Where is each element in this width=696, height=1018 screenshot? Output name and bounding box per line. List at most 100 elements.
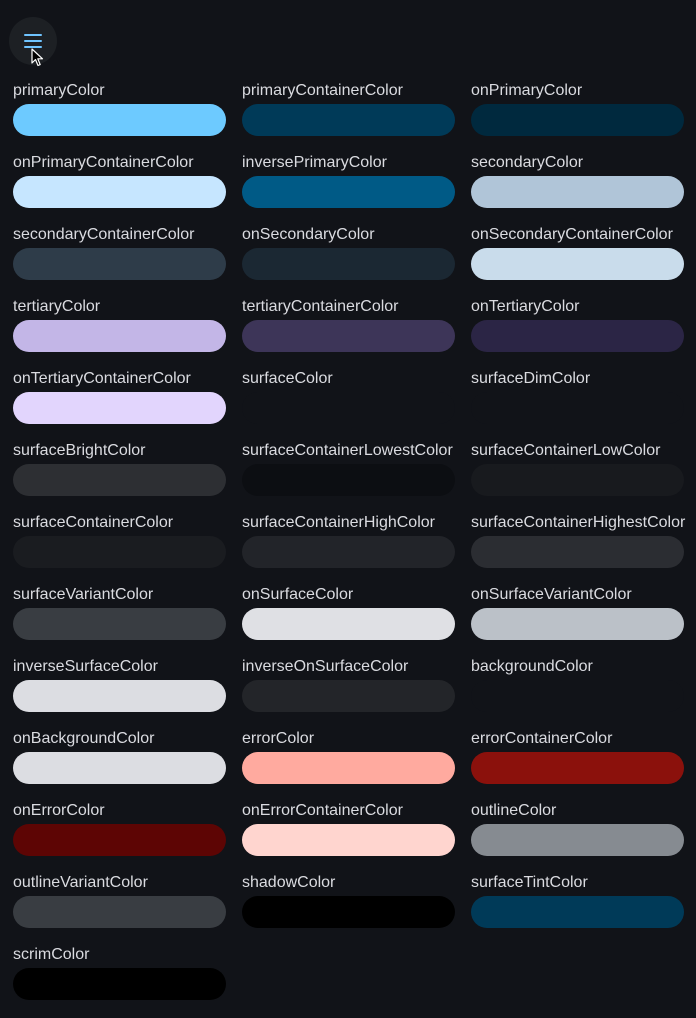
swatch-cell: onTertiaryContainerColor [13,370,226,442]
swatch-cell: surfaceContainerHighestColor [471,514,686,586]
swatch-cell: secondaryContainerColor [13,226,226,298]
color-swatch [242,320,455,352]
swatch-cell: inversePrimaryColor [242,154,455,226]
color-swatch [471,752,684,784]
color-swatch [13,392,226,424]
swatch-cell: outlineColor [471,802,684,874]
swatch-label: shadowColor [242,874,336,891]
swatch-cell: onSecondaryColor [242,226,455,298]
color-swatch [13,896,226,928]
swatch-label: inverseSurfaceColor [13,658,158,675]
color-swatch [13,824,226,856]
swatch-label: surfaceContainerHighestColor [471,514,686,531]
swatch-cell: errorColor [242,730,455,802]
swatch-label: inverseOnSurfaceColor [242,658,409,675]
color-swatch [471,320,684,352]
color-swatch-grid: primaryColor primaryContainerColor onPrima… [13,82,686,1018]
swatch-cell: onErrorColor [13,802,226,874]
swatch-cell: surfaceContainerLowColor [471,442,684,514]
swatch-cell: surfaceContainerColor [13,514,226,586]
swatch-cell: onPrimaryColor [471,82,684,154]
swatch-cell: secondaryColor [471,154,684,226]
color-swatch [242,104,455,136]
swatch-cell: surfaceDimColor [471,370,684,442]
color-swatch [13,968,226,1000]
swatch-label: surfaceContainerHighColor [242,514,435,531]
swatch-label: errorColor [242,730,315,747]
swatch-label: onErrorContainerColor [242,802,403,819]
swatch-label: onSurfaceVariantColor [471,586,632,603]
swatch-label: onPrimaryColor [471,82,583,99]
color-swatch [13,536,226,568]
swatch-label: secondaryContainerColor [13,226,195,243]
color-swatch [13,680,226,712]
color-swatch [471,248,684,280]
color-swatch [242,536,455,568]
swatch-cell: primaryContainerColor [242,82,455,154]
color-swatch [471,680,684,712]
swatch-label: primaryContainerColor [242,82,403,99]
color-swatch [471,464,684,496]
swatch-label: onSecondaryContainerColor [471,226,673,243]
swatch-cell: errorContainerColor [471,730,684,802]
swatch-cell: tertiaryContainerColor [242,298,455,370]
swatch-cell: onSurfaceVariantColor [471,586,684,658]
swatch-cell: tertiaryColor [13,298,226,370]
swatch-label: scrimColor [13,946,90,963]
color-swatch [13,248,226,280]
swatch-cell: onBackgroundColor [13,730,226,802]
swatch-label: onSecondaryColor [242,226,375,243]
swatch-label: surfaceVariantColor [13,586,154,603]
swatch-cell: surfaceBrightColor [13,442,226,514]
color-swatch [471,392,684,424]
swatch-label: backgroundColor [471,658,593,675]
swatch-label: tertiaryContainerColor [242,298,399,315]
swatch-label: onBackgroundColor [13,730,155,747]
swatch-label: onSurfaceColor [242,586,354,603]
color-swatch [242,176,455,208]
swatch-cell: onPrimaryContainerColor [13,154,226,226]
color-swatch [471,536,684,568]
swatch-label: onPrimaryContainerColor [13,154,194,171]
swatch-cell: primaryColor [13,82,226,154]
color-swatch [471,176,684,208]
color-swatch [13,104,226,136]
color-swatch [471,896,684,928]
color-swatch [13,464,226,496]
swatch-label: inversePrimaryColor [242,154,387,171]
swatch-cell: inverseSurfaceColor [13,658,226,730]
swatch-label: surfaceColor [242,370,333,387]
swatch-cell: surfaceContainerLowestColor [242,442,455,514]
swatch-cell: shadowColor [242,874,455,946]
color-swatch [242,680,455,712]
color-swatch [242,896,455,928]
color-swatch [471,104,684,136]
color-swatch [13,320,226,352]
swatch-cell: onSurfaceColor [242,586,455,658]
color-swatch [242,824,455,856]
color-swatch [242,752,455,784]
swatch-label: surfaceTintColor [471,874,588,891]
menu-button[interactable] [9,17,57,65]
swatch-cell: outlineVariantColor [13,874,226,946]
swatch-label: onTertiaryColor [471,298,580,315]
color-swatch [13,752,226,784]
swatch-cell: onErrorContainerColor [242,802,455,874]
swatch-cell: onTertiaryColor [471,298,684,370]
color-swatch [242,392,455,424]
color-swatch [242,608,455,640]
color-swatch [242,248,455,280]
swatch-cell: surfaceVariantColor [13,586,226,658]
color-swatch [242,464,455,496]
swatch-cell: surfaceTintColor [471,874,684,946]
swatch-label: tertiaryColor [13,298,101,315]
color-swatch [471,608,684,640]
swatch-label: secondaryColor [471,154,584,171]
color-swatch [471,824,684,856]
swatch-cell: surfaceContainerHighColor [242,514,455,586]
swatch-cell: inverseOnSurfaceColor [242,658,455,730]
swatch-label: surfaceContainerLowColor [471,442,661,459]
swatch-label: onErrorColor [13,802,105,819]
swatch-label: outlineColor [471,802,557,819]
swatch-label: errorContainerColor [471,730,613,747]
